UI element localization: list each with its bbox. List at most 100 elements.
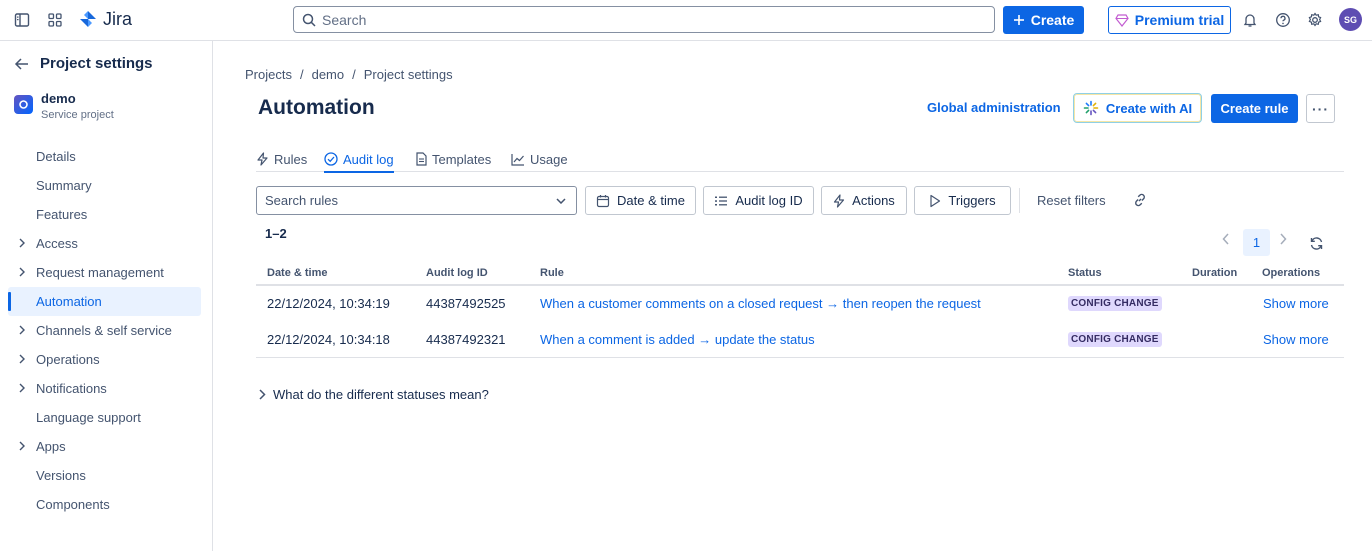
sidebar-header: Project settings [14, 55, 153, 72]
breadcrumb-separator: / [299, 67, 304, 82]
chevron-down-icon [556, 197, 566, 204]
premium-trial-label: Premium trial [1134, 12, 1225, 28]
global-search[interactable] [293, 6, 995, 33]
tab-audit-log[interactable]: Audit log [324, 146, 394, 173]
sidebar-item-label: Request management [36, 265, 164, 280]
premium-trial-button[interactable]: Premium trial [1108, 6, 1231, 34]
actions-filter-button[interactable]: Actions [821, 186, 907, 215]
sidebar-item-components[interactable]: Components [8, 490, 201, 519]
page-title: Automation [258, 96, 375, 119]
help-icon[interactable] [1271, 8, 1295, 32]
date-time-filter-button[interactable]: Date & time [585, 186, 696, 215]
breadcrumb: Projects / demo / Project settings [245, 67, 453, 82]
status-badge: CONFIG CHANGE [1068, 296, 1162, 311]
previous-page-chevron-icon[interactable] [1222, 233, 1230, 245]
sidebar-item-label: Language support [36, 410, 141, 425]
create-button[interactable]: Create [1003, 6, 1084, 34]
sidebar-nav: Details Summary Features Access Request mana… [8, 142, 201, 519]
show-more-link[interactable]: Show more [1263, 332, 1329, 347]
check-circle-icon [324, 152, 338, 166]
column-header-operations: Operations [1262, 267, 1321, 279]
sidebar-toggle-icon[interactable] [10, 8, 34, 32]
audit-log-id-filter-label: Audit log ID [735, 193, 803, 208]
list-icon [715, 196, 728, 205]
sidebar-item-features[interactable]: Features [8, 200, 201, 229]
sidebar-item-label: Automation [36, 294, 102, 309]
status-help-expander[interactable]: What do the different statuses mean? [258, 387, 489, 402]
cell-date: 22/12/2024, 10:34:19 [267, 296, 390, 311]
status-help-label: What do the different statuses mean? [273, 387, 489, 402]
search-rules-input[interactable] [265, 193, 535, 208]
status-badge: CONFIG CHANGE [1068, 332, 1162, 347]
sidebar-item-apps[interactable]: Apps [8, 432, 201, 461]
user-avatar[interactable]: SG [1339, 8, 1362, 31]
top-navigation: Jira Create Premium trial SG [0, 0, 1372, 41]
sidebar-item-access[interactable]: Access [8, 229, 201, 258]
tab-templates[interactable]: Templates [415, 146, 491, 172]
sidebar-item-versions[interactable]: Versions [8, 461, 201, 490]
settings-gear-icon[interactable] [1303, 8, 1327, 32]
chevron-right-icon [19, 267, 25, 277]
tab-usage[interactable]: Usage [511, 146, 568, 172]
sidebar-item-notifications[interactable]: Notifications [8, 374, 201, 403]
reset-filters-button[interactable]: Reset filters [1037, 193, 1106, 208]
tab-label: Audit log [343, 151, 394, 167]
table-row: 22/12/2024, 10:34:18 44387492321 When a … [256, 322, 1344, 358]
automation-tabs: Rules Audit log Templates Usage [256, 146, 1344, 173]
diamond-icon [1115, 13, 1129, 27]
sidebar-item-details[interactable]: Details [8, 142, 201, 171]
date-time-filter-label: Date & time [617, 193, 685, 208]
column-header-duration[interactable]: Duration [1192, 267, 1237, 279]
breadcrumb-projects[interactable]: Projects [245, 67, 292, 82]
sidebar-item-automation[interactable]: Automation [8, 287, 201, 316]
cell-audit-log-id: 44387492321 [426, 332, 506, 347]
tab-rules[interactable]: Rules [256, 146, 307, 172]
chart-line-icon [511, 153, 524, 166]
jira-logo[interactable]: Jira [79, 9, 132, 30]
breadcrumb-separator: / [352, 67, 356, 82]
table-row: 22/12/2024, 10:34:19 44387492525 When a … [256, 286, 1344, 322]
global-administration-link[interactable]: Global administration [927, 100, 1061, 115]
show-more-link[interactable]: Show more [1263, 296, 1329, 311]
results-count: 1–2 [265, 226, 287, 241]
audit-log-id-filter-button[interactable]: Audit log ID [703, 186, 814, 215]
triggers-filter-button[interactable]: Triggers [914, 186, 1011, 215]
cell-rule-link[interactable]: When a customer comments on a closed req… [540, 296, 981, 311]
next-page-chevron-icon[interactable] [1279, 233, 1287, 245]
sidebar-item-operations[interactable]: Operations [8, 345, 201, 374]
sidebar-item-label: Access [36, 236, 78, 251]
column-header-status[interactable]: Status [1068, 267, 1102, 279]
tab-label: Templates [432, 151, 492, 167]
chevron-right-icon [19, 238, 25, 248]
sidebar-item-request-management[interactable]: Request management [8, 258, 201, 287]
copy-link-icon[interactable] [1132, 192, 1148, 208]
column-header-rule[interactable]: Rule [540, 267, 564, 279]
search-rules-select[interactable] [256, 186, 577, 215]
more-actions-button[interactable]: ··· [1306, 94, 1335, 123]
create-with-ai-button[interactable]: Create with AI [1073, 93, 1202, 123]
sidebar-item-label: Channels & self service [36, 323, 172, 338]
sidebar-item-channels-self-service[interactable]: Channels & self service [8, 316, 201, 345]
refresh-icon[interactable] [1309, 236, 1324, 251]
breadcrumb-settings[interactable]: Project settings [364, 67, 453, 82]
column-header-audit-log-id[interactable]: Audit log ID [426, 267, 488, 279]
jira-logo-icon [80, 10, 96, 27]
create-rule-button[interactable]: Create rule [1211, 94, 1298, 123]
sidebar-item-summary[interactable]: Summary [8, 171, 201, 200]
breadcrumb-project[interactable]: demo [312, 67, 345, 82]
back-arrow-icon[interactable] [14, 56, 30, 72]
cell-rule-link[interactable]: When a comment is added → update the sta… [540, 332, 815, 347]
search-input[interactable] [322, 11, 962, 28]
calendar-icon [596, 194, 610, 207]
app-switcher-icon[interactable] [43, 8, 67, 32]
page-button-current[interactable]: 1 [1243, 229, 1270, 256]
chevron-right-icon [259, 389, 266, 400]
notifications-bell-icon[interactable] [1238, 8, 1262, 32]
chevron-right-icon [19, 354, 25, 364]
lightning-icon [257, 152, 268, 166]
sidebar-item-label: Details [36, 149, 76, 164]
chevron-right-icon [19, 325, 25, 335]
play-icon [930, 194, 941, 207]
sidebar-item-language-support[interactable]: Language support [8, 403, 201, 432]
column-header-date-time[interactable]: Date & time [267, 267, 328, 279]
